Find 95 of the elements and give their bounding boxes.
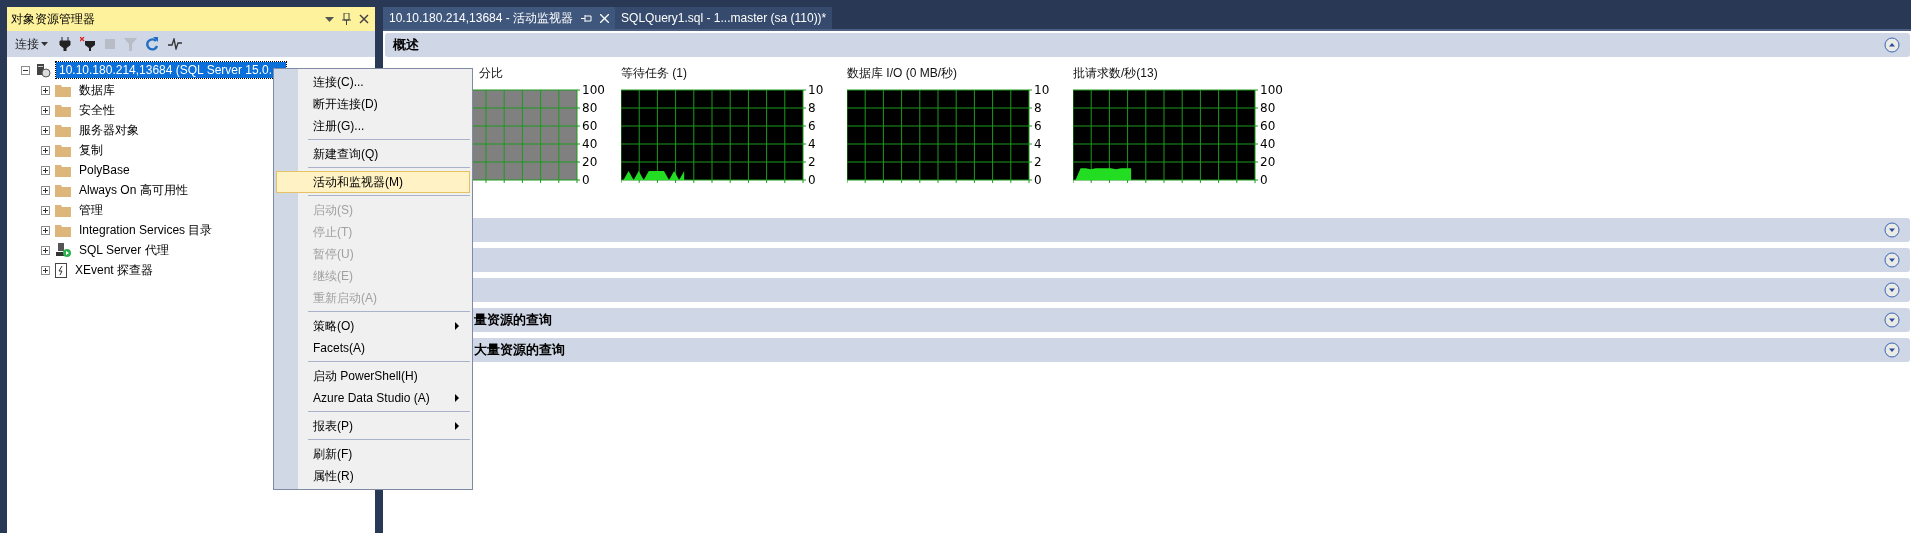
axis-label: 2: [1034, 155, 1042, 169]
menu-item[interactable]: 启动 PowerShell(H): [276, 365, 470, 387]
folder-icon: [55, 83, 71, 97]
expand-icon[interactable]: [41, 105, 50, 115]
disconnect-icon[interactable]: [80, 37, 96, 51]
tree-item[interactable]: 安全性: [76, 100, 118, 120]
series-area: [623, 171, 685, 180]
collapse-icon[interactable]: [1884, 37, 1900, 53]
collapse-icon[interactable]: [21, 65, 30, 75]
chart-title: 数据库 I/O (0 MB/秒): [847, 65, 958, 82]
section-title: 概述: [393, 37, 419, 52]
axis-label: 6: [1034, 119, 1042, 133]
expand-icon[interactable]: [41, 145, 50, 155]
chart-title: 等待任务 (1): [621, 65, 688, 82]
axis-label: 20: [582, 155, 598, 169]
submenu-arrow-icon: [455, 322, 459, 330]
expand-icon[interactable]: [41, 125, 50, 135]
activity-icon[interactable]: [168, 38, 182, 50]
folder-icon: [55, 103, 71, 117]
pin-icon[interactable]: [342, 13, 351, 25]
axis-label: 100: [1260, 83, 1283, 97]
tree-item[interactable]: XEvent 探查器: [72, 260, 157, 280]
folder-icon: [55, 203, 71, 217]
document-tab[interactable]: SQLQuery1.sql - 1...master (sa (110))*: [615, 7, 833, 29]
expand-icon[interactable]: [1884, 312, 1900, 328]
menu-item[interactable]: 活动和监视器(M): [276, 171, 470, 193]
caret-icon: [41, 42, 48, 46]
expand-icon[interactable]: [1884, 282, 1900, 298]
folder-icon: [55, 183, 71, 197]
axis-label: 2: [808, 155, 816, 169]
section-title: 大量资源的查询: [474, 342, 565, 357]
agent-icon: [55, 242, 71, 258]
tree-item[interactable]: SQL Server 代理: [76, 240, 172, 260]
tree-item[interactable]: 10.10.180.214,13684 (SQL Server 15.0.: [56, 62, 286, 78]
connect-button[interactable]: 连接: [13, 35, 50, 53]
axis-label: 0: [1034, 173, 1042, 186]
axis-label: 20: [1260, 155, 1276, 169]
axis-label: 0: [808, 173, 816, 186]
expand-icon[interactable]: [1884, 342, 1900, 358]
axis-label: 100: [582, 83, 605, 97]
server-icon: [35, 62, 51, 78]
axis-label: 80: [582, 101, 598, 115]
section-title: 量资源的查询: [474, 312, 552, 327]
axis-label: 8: [1034, 101, 1042, 115]
axis-label: 0: [1260, 173, 1268, 186]
tree-item[interactable]: PolyBase: [76, 162, 133, 178]
tree-item[interactable]: 管理: [76, 200, 106, 220]
axis-label: 0: [582, 173, 590, 186]
axis-label: 10: [1034, 83, 1050, 97]
expand-icon[interactable]: [41, 205, 50, 215]
menu-item[interactable]: 注册(G)...: [276, 115, 470, 137]
menu-item[interactable]: 新建查询(Q): [276, 143, 470, 165]
expand-icon[interactable]: [41, 185, 50, 195]
expand-icon[interactable]: [41, 165, 50, 175]
tree-item[interactable]: Always On 高可用性: [76, 180, 191, 200]
axis-label: 40: [1260, 137, 1276, 151]
expand-icon[interactable]: [1884, 222, 1900, 238]
axis-label: 60: [1260, 119, 1276, 133]
document-icon: [55, 262, 67, 278]
expand-icon[interactable]: [41, 85, 50, 95]
expand-icon[interactable]: [41, 245, 50, 255]
axis-label: 60: [582, 119, 598, 133]
axis-label: 10: [808, 83, 824, 97]
close-icon[interactable]: [359, 14, 369, 24]
menu-item[interactable]: 属性(R): [276, 465, 470, 487]
plug-icon[interactable]: [59, 37, 71, 51]
menu-item[interactable]: 刷新(F): [276, 443, 470, 465]
menu-item[interactable]: 断开连接(D): [276, 93, 470, 115]
axis-label: 80: [1260, 101, 1276, 115]
tree-item[interactable]: Integration Services 目录: [76, 220, 216, 240]
folder-icon: [55, 123, 71, 137]
dropdown-icon[interactable]: [325, 16, 334, 22]
axis-label: 40: [582, 137, 598, 151]
menu-item[interactable]: 报表(P): [276, 415, 470, 437]
submenu-arrow-icon: [455, 394, 459, 402]
axis-label: 6: [808, 119, 816, 133]
folder-icon: [55, 223, 71, 237]
tree-item[interactable]: 数据库: [76, 80, 118, 100]
section-header[interactable]: 概述: [385, 33, 1910, 57]
chart-title: 分比: [478, 65, 504, 82]
refresh-icon[interactable]: [146, 37, 159, 51]
tree-item[interactable]: 服务器对象: [76, 120, 142, 140]
axis-label: 8: [808, 101, 816, 115]
menu-item[interactable]: Azure Data Studio (A): [276, 387, 470, 409]
folder-icon: [55, 143, 71, 157]
submenu-arrow-icon: [455, 422, 459, 430]
axis-label: 4: [1034, 137, 1042, 151]
tree-item[interactable]: 复制: [76, 140, 106, 160]
folder-icon: [55, 163, 71, 177]
panel-title: 对象资源管理器: [11, 10, 96, 28]
expand-icon[interactable]: [41, 225, 50, 235]
axis-label: 4: [808, 137, 816, 151]
chart-title: 批请求数/秒(13): [1073, 65, 1159, 82]
expand-icon[interactable]: [1884, 252, 1900, 268]
expand-icon[interactable]: [41, 265, 50, 275]
